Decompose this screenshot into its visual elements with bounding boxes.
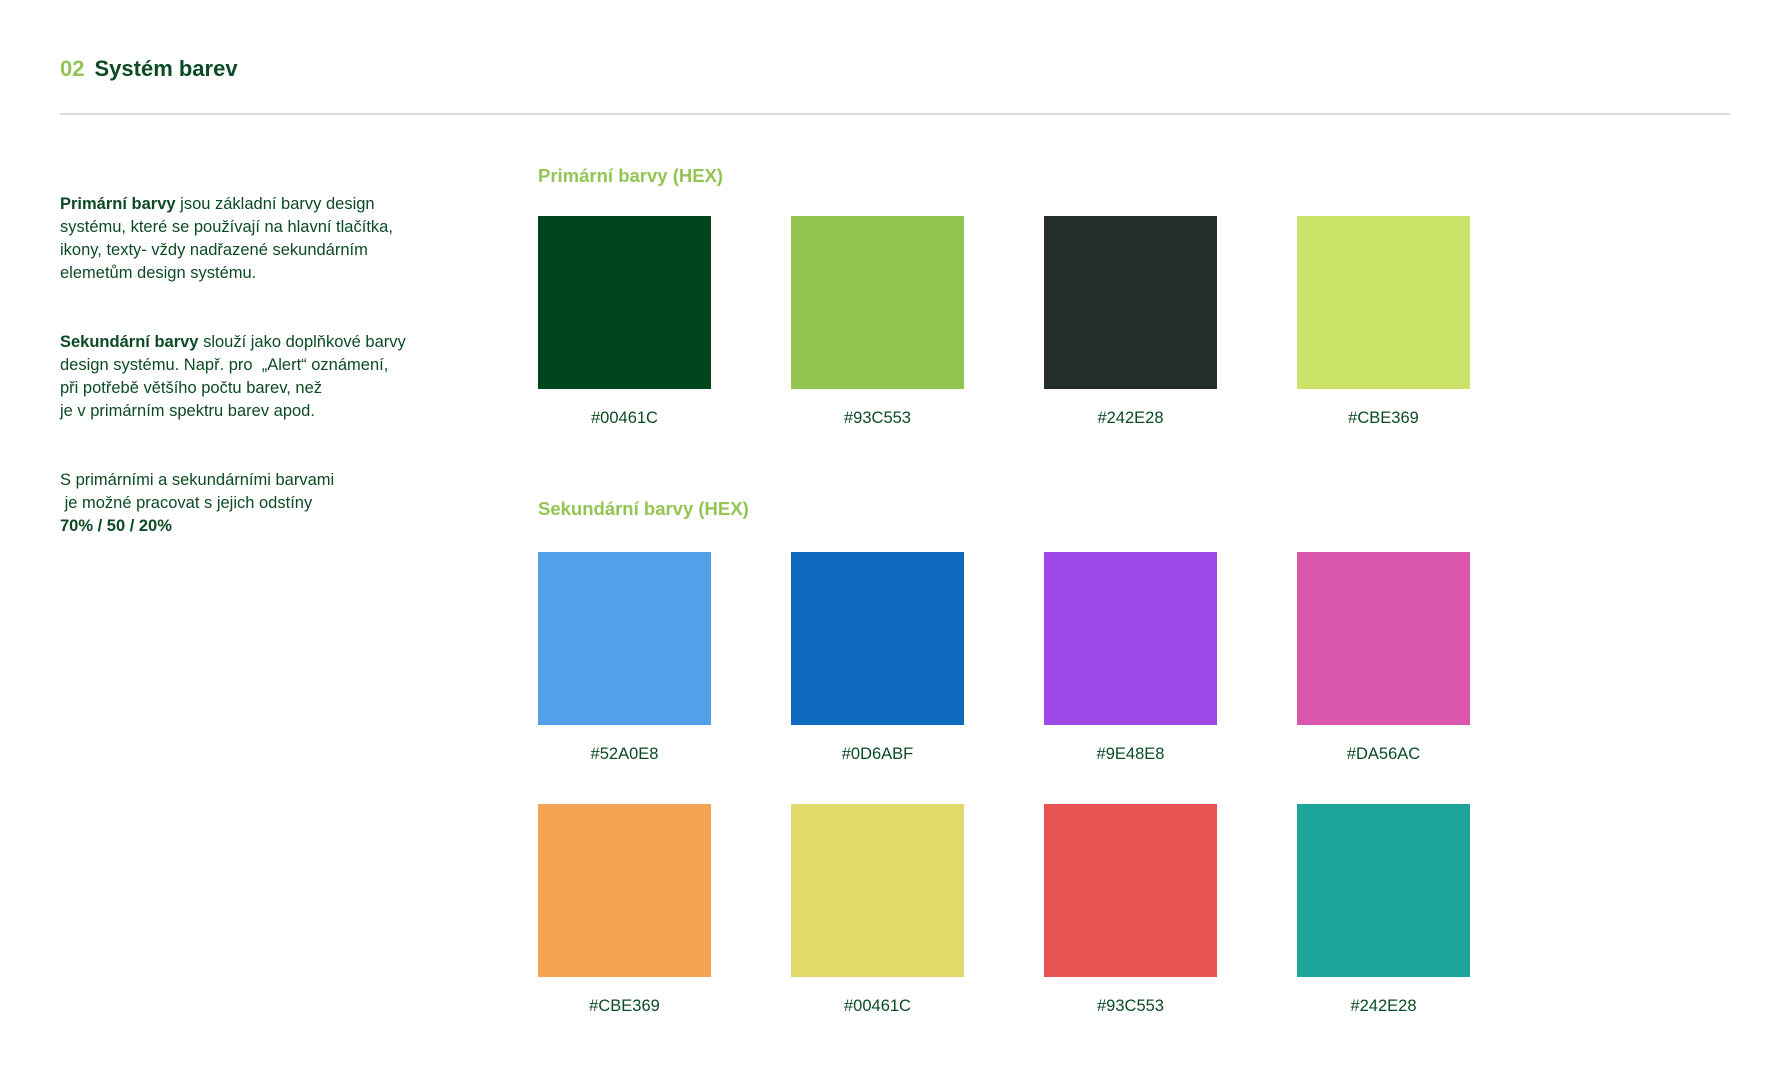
secondary-swatch-5 <box>538 804 711 977</box>
shades-desc-line2: je možné pracovat s jejich odstíny <box>60 494 313 512</box>
primary-desc-line3: ikony, texty- vždy nadřazené sekundárním <box>60 241 368 259</box>
secondary-swatch-6 <box>791 804 964 977</box>
secondary-hex-3: #9E48E8 <box>1096 745 1165 763</box>
primary-desc-line2: systému, které se používají na hlavní tl… <box>60 218 393 236</box>
primary-hex-2: #93C553 <box>844 409 911 427</box>
secondary-term: Sekundární barvy <box>60 333 199 351</box>
primary-swatch-4 <box>1297 216 1470 389</box>
primary-desc-line1: jsou základní barvy design <box>175 195 375 213</box>
secondary-colors-label: Sekundární barvy (HEX) <box>538 498 749 519</box>
primary-swatch-3 <box>1044 216 1217 389</box>
primary-hex-1: #00461C <box>591 409 658 427</box>
primary-description: Primární barvy jsou základní barvy desig… <box>60 193 440 285</box>
shades-desc-line1: S primárními a sekundárními barvami <box>60 471 335 489</box>
secondary-swatch-8 <box>1297 804 1470 977</box>
secondary-description: Sekundární barvy slouží jako doplňkové b… <box>60 331 440 423</box>
primary-hex-3: #242E28 <box>1097 409 1164 427</box>
secondary-hex-4: #DA56AC <box>1346 745 1421 763</box>
page-title: Systém barev <box>94 56 238 81</box>
primary-colors-label: Primární barvy (HEX) <box>538 165 724 186</box>
secondary-swatch-7 <box>1044 804 1217 977</box>
secondary-hex-2: #0D6ABF <box>841 745 914 763</box>
primary-term: Primární barvy <box>60 195 176 213</box>
shades-percentages: 70% / 50 / 20% <box>60 517 172 535</box>
header-divider <box>60 113 1730 115</box>
secondary-hex-5: #CBE369 <box>589 997 660 1015</box>
section-number: 02 <box>60 56 85 81</box>
secondary-hex-6: #00461C <box>844 997 911 1015</box>
secondary-swatch-1 <box>538 552 711 725</box>
secondary-hex-8: #242E28 <box>1350 997 1417 1015</box>
primary-desc-line4: elemetům design systému. <box>60 264 257 282</box>
primary-swatch-1 <box>538 216 711 389</box>
primary-swatch-2 <box>791 216 964 389</box>
secondary-desc-line2: design systému. Např. pro „Alert“ oznáme… <box>60 356 389 374</box>
secondary-swatch-2 <box>791 552 964 725</box>
secondary-hex-1: #52A0E8 <box>590 745 659 763</box>
shades-description: S primárními a sekundárními barvami je m… <box>60 469 440 538</box>
secondary-desc-line4: je v primárním spektru barev apod. <box>60 402 315 420</box>
secondary-hex-7: #93C553 <box>1097 997 1164 1015</box>
secondary-desc-line1: slouží jako doplňkové barvy <box>198 333 406 351</box>
secondary-swatch-4 <box>1297 552 1470 725</box>
secondary-swatch-3 <box>1044 552 1217 725</box>
primary-hex-4: #CBE369 <box>1348 409 1419 427</box>
secondary-desc-line3: při potřebě většího počtu barev, než <box>60 379 323 397</box>
page-header: 02 Systém barev <box>60 56 238 82</box>
